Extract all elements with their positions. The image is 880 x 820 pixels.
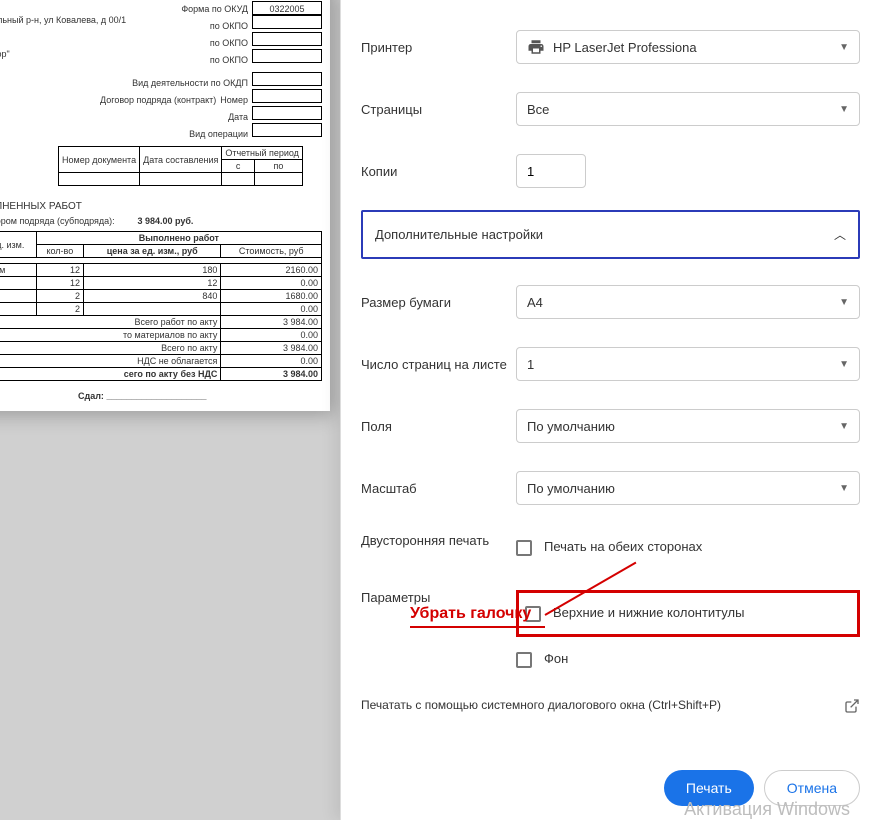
background-checkbox[interactable] <box>516 652 532 668</box>
table-row: пог. м121802160.00 <box>0 264 322 277</box>
label-contract: Договор подряда (контракт) <box>100 95 220 105</box>
contract-total-value: 3 984.00 руб. <box>137 216 193 226</box>
header-table: Номер документа Дата составления Отчетны… <box>58 146 303 186</box>
printer-label: Принтер <box>361 40 516 55</box>
chevron-up-icon: ︿ <box>834 226 846 243</box>
scale-label: Масштаб <box>361 481 516 496</box>
total-row: НДС не облагается0.00 <box>0 355 322 368</box>
label-okpo3: по ОКПО <box>210 55 252 65</box>
paper-size-select[interactable]: A4▼ <box>516 285 860 319</box>
headers-footers-checkbox[interactable] <box>525 606 541 622</box>
pages-select[interactable]: Все ▼ <box>516 92 860 126</box>
okud-code: 0322005 <box>252 1 322 15</box>
headers-footers-label: Верхние и нижние колонтитулы <box>553 605 744 620</box>
printer-icon <box>527 38 545 56</box>
background-label: Фон <box>544 651 568 666</box>
contract-total-label: оговором подряда (субподряда): <box>0 216 115 226</box>
annotation-highlight-box: Верхние и нижние колонтитулы <box>516 590 860 637</box>
label-operation: Вид операции <box>189 129 252 139</box>
label-okud: Форма по ОКУД <box>181 4 252 14</box>
doc-title: АКТ <box>0 190 322 201</box>
total-row: Всего по акту3 984.00 <box>0 342 322 355</box>
more-settings-toggle[interactable]: Дополнительные настройки ︿ <box>361 210 860 259</box>
system-dialog-link[interactable]: Печатать с помощью системного диалоговог… <box>361 688 860 724</box>
rostor-line: ростор" <box>0 49 14 59</box>
dialog-footer: Печать Отмена <box>341 756 880 820</box>
copies-label: Копии <box>361 164 516 179</box>
print-preview-pane: Код Форма по ОКУД0322005 нтральный р-н, … <box>0 0 340 820</box>
table-row: шт28401680.00 <box>0 290 322 303</box>
chevron-down-icon: ▼ <box>839 104 849 115</box>
duplex-checkbox-label: Печать на обеих сторонах <box>544 539 702 554</box>
pages-label: Страницы <box>361 102 516 117</box>
pages-per-sheet-select[interactable]: 1▼ <box>516 347 860 381</box>
options-label: Параметры <box>361 590 516 605</box>
chevron-down-icon: ▼ <box>839 42 849 53</box>
label-okpo2: по ОКПО <box>210 38 252 48</box>
paper-size-label: Размер бумаги <box>361 295 516 310</box>
margins-label: Поля <box>361 419 516 434</box>
pages-per-sheet-label: Число страниц на листе <box>361 357 516 372</box>
label-date: Дата <box>228 112 252 122</box>
label-okdp: Вид деятельности по ОКДП <box>132 78 252 88</box>
doc-subtitle: ІПОЛНЕННЫХ РАБОТ <box>0 201 322 212</box>
duplex-label: Двусторонняя печать <box>361 533 516 548</box>
total-row: сего по акту без НДС3 984.00 <box>0 368 322 381</box>
chevron-down-icon: ▼ <box>839 421 849 432</box>
print-settings-panel: Принтер HP LaserJet Professiona ▼ Страни… <box>340 0 880 820</box>
margins-select[interactable]: По умолчанию▼ <box>516 409 860 443</box>
table-row: шт20.00 <box>0 303 322 316</box>
label-nomer: Номер <box>220 95 252 105</box>
copies-input[interactable] <box>516 154 586 188</box>
chevron-down-icon: ▼ <box>839 483 849 494</box>
work-table: Ед. изм. Выполнено работ кол-во цена за … <box>0 231 322 381</box>
chevron-down-icon: ▼ <box>839 297 849 308</box>
chevron-down-icon: ▼ <box>839 359 849 370</box>
document-preview: Код Форма по ОКУД0322005 нтральный р-н, … <box>0 0 330 411</box>
total-row: то материалов по акту0.00 <box>0 329 322 342</box>
label-okpo1: по ОКПО <box>210 21 252 31</box>
duplex-checkbox[interactable] <box>516 540 532 556</box>
cancel-button[interactable]: Отмена <box>764 770 860 806</box>
scale-select[interactable]: По умолчанию▼ <box>516 471 860 505</box>
table-row: шт12120.00 <box>0 277 322 290</box>
total-row: Всего работ по акту3 984.00 <box>0 316 322 329</box>
open-external-icon <box>844 698 860 714</box>
printer-select[interactable]: HP LaserJet Professiona ▼ <box>516 30 860 64</box>
print-button[interactable]: Печать <box>664 770 754 806</box>
address-line: нтральный р-н, ул Ковалева, д 00/1 <box>0 15 130 25</box>
sdal-label: Сдал: <box>78 391 104 401</box>
